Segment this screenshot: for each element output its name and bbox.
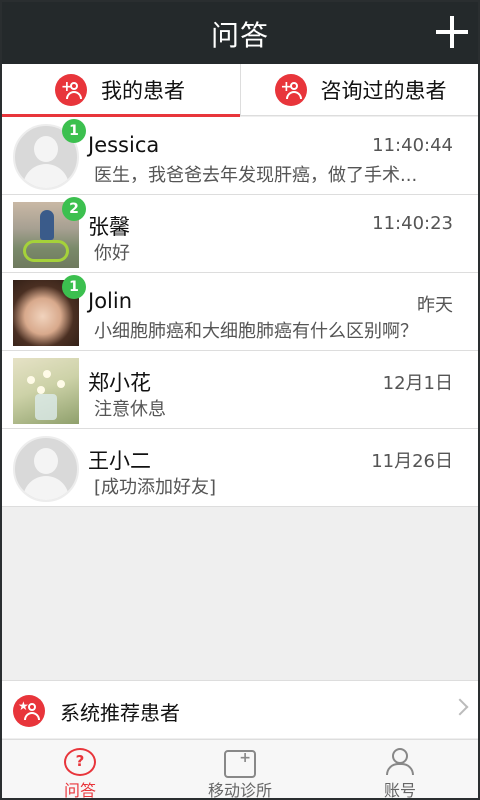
device-frame — [0, 0, 480, 800]
